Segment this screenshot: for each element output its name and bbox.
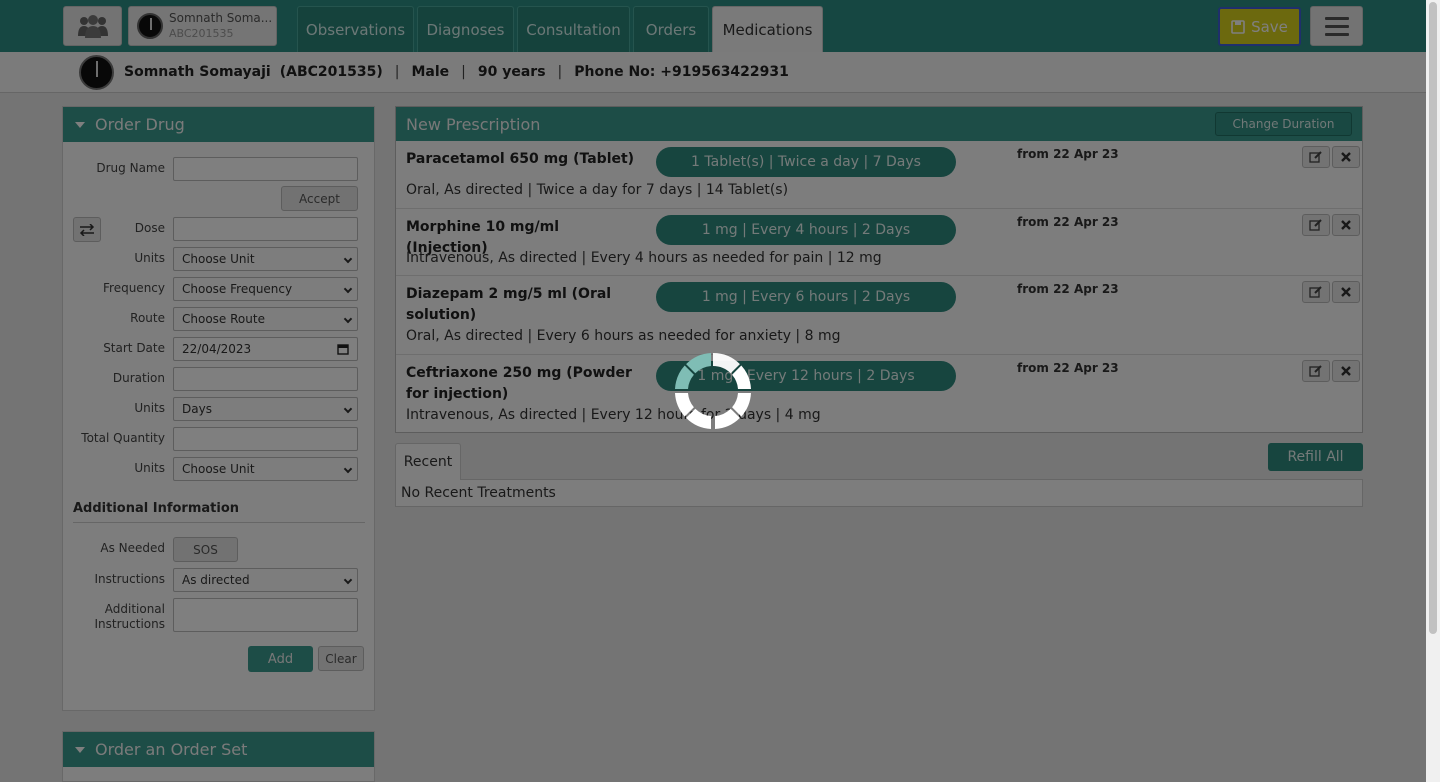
loading-spinner-icon xyxy=(675,352,751,429)
scrollbar[interactable] xyxy=(1426,0,1440,782)
scrollbar-thumb[interactable] xyxy=(1429,2,1437,634)
